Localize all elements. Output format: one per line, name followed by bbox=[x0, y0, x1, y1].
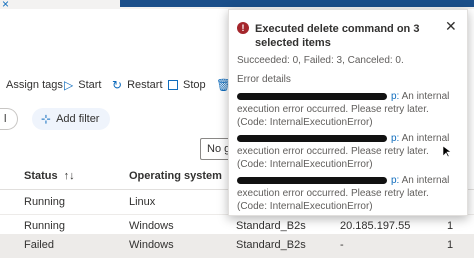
account-bar bbox=[120, 0, 474, 7]
restart-label: Restart bbox=[127, 79, 163, 91]
start-label: Start bbox=[78, 79, 102, 91]
command-toolbar: Assign tags ▷ Start ↻ Restart Stop 🗑 bbox=[0, 76, 240, 98]
row-status: Running bbox=[24, 220, 65, 232]
error-icon: ! bbox=[237, 22, 249, 34]
add-filter-icon: ⊹ bbox=[41, 112, 52, 126]
filter-pill-text: l bbox=[4, 113, 7, 125]
stop-button[interactable]: Stop bbox=[168, 79, 206, 91]
row-status: Failed bbox=[24, 239, 54, 251]
top-strip: × × bbox=[0, 0, 474, 11]
table-row[interactable]: Failed Windows Standard_B2s - 1 bbox=[0, 234, 474, 258]
stop-label: Stop bbox=[183, 79, 206, 91]
row-status: Running bbox=[24, 196, 65, 208]
row-ip: 20.185.197.55 bbox=[340, 220, 411, 232]
error-item: p: An internal execution error occurred.… bbox=[237, 132, 457, 171]
error-link-suffix: p: bbox=[391, 175, 400, 186]
filter-pill[interactable]: l bbox=[0, 108, 18, 130]
restart-icon: ↻ bbox=[112, 78, 123, 92]
row-os: Windows bbox=[129, 220, 174, 232]
notification-title: Executed delete command on 3 selected it… bbox=[255, 23, 420, 49]
restart-button[interactable]: ↻ Restart bbox=[112, 79, 163, 91]
row-size: Standard_B2s bbox=[236, 220, 306, 232]
row-size: Standard_B2s bbox=[236, 239, 306, 251]
row-count: 1 bbox=[447, 239, 454, 251]
redacted-resource-link[interactable] bbox=[237, 134, 387, 142]
error-details-label: Error details bbox=[237, 74, 291, 85]
status-header-label: Status bbox=[24, 170, 58, 182]
error-item: p: An internal execution error occurred.… bbox=[237, 174, 457, 213]
close-icon[interactable]: × bbox=[2, 0, 9, 11]
assign-tags-label: Assign tags bbox=[6, 79, 63, 91]
start-button[interactable]: ▷ Start bbox=[64, 79, 101, 91]
close-notification-button[interactable]: ✕ bbox=[445, 18, 457, 35]
error-item: p: An internal execution error occurred.… bbox=[237, 90, 457, 129]
sort-icon: ↑↓ bbox=[63, 170, 75, 182]
stop-icon bbox=[168, 80, 178, 90]
add-filter-button[interactable]: ⊹ Add filter bbox=[32, 108, 110, 130]
redacted-resource-link[interactable] bbox=[237, 176, 387, 184]
row-ip: - bbox=[340, 239, 344, 251]
assign-tags-button[interactable]: Assign tags bbox=[6, 79, 63, 91]
status-column-header[interactable]: Status ↑↓ bbox=[24, 170, 75, 182]
redacted-resource-link[interactable] bbox=[237, 92, 387, 100]
error-link-suffix: p: bbox=[391, 91, 400, 102]
mouse-cursor-icon bbox=[443, 146, 451, 158]
notification-summary: Succeeded: 0, Failed: 3, Canceled: 0. bbox=[237, 55, 404, 66]
row-count: 1 bbox=[447, 220, 454, 232]
os-header-label: Operating system bbox=[129, 170, 222, 182]
play-icon: ▷ bbox=[64, 78, 74, 92]
add-filter-label: Add filter bbox=[56, 113, 100, 125]
os-column-header[interactable]: Operating system↑↓ bbox=[129, 170, 239, 182]
row-os: Linux bbox=[129, 196, 156, 208]
error-link-suffix: p: bbox=[391, 133, 400, 144]
error-notification: ! Executed delete command on 3 selected … bbox=[228, 9, 468, 216]
row-os: Windows bbox=[129, 239, 174, 251]
